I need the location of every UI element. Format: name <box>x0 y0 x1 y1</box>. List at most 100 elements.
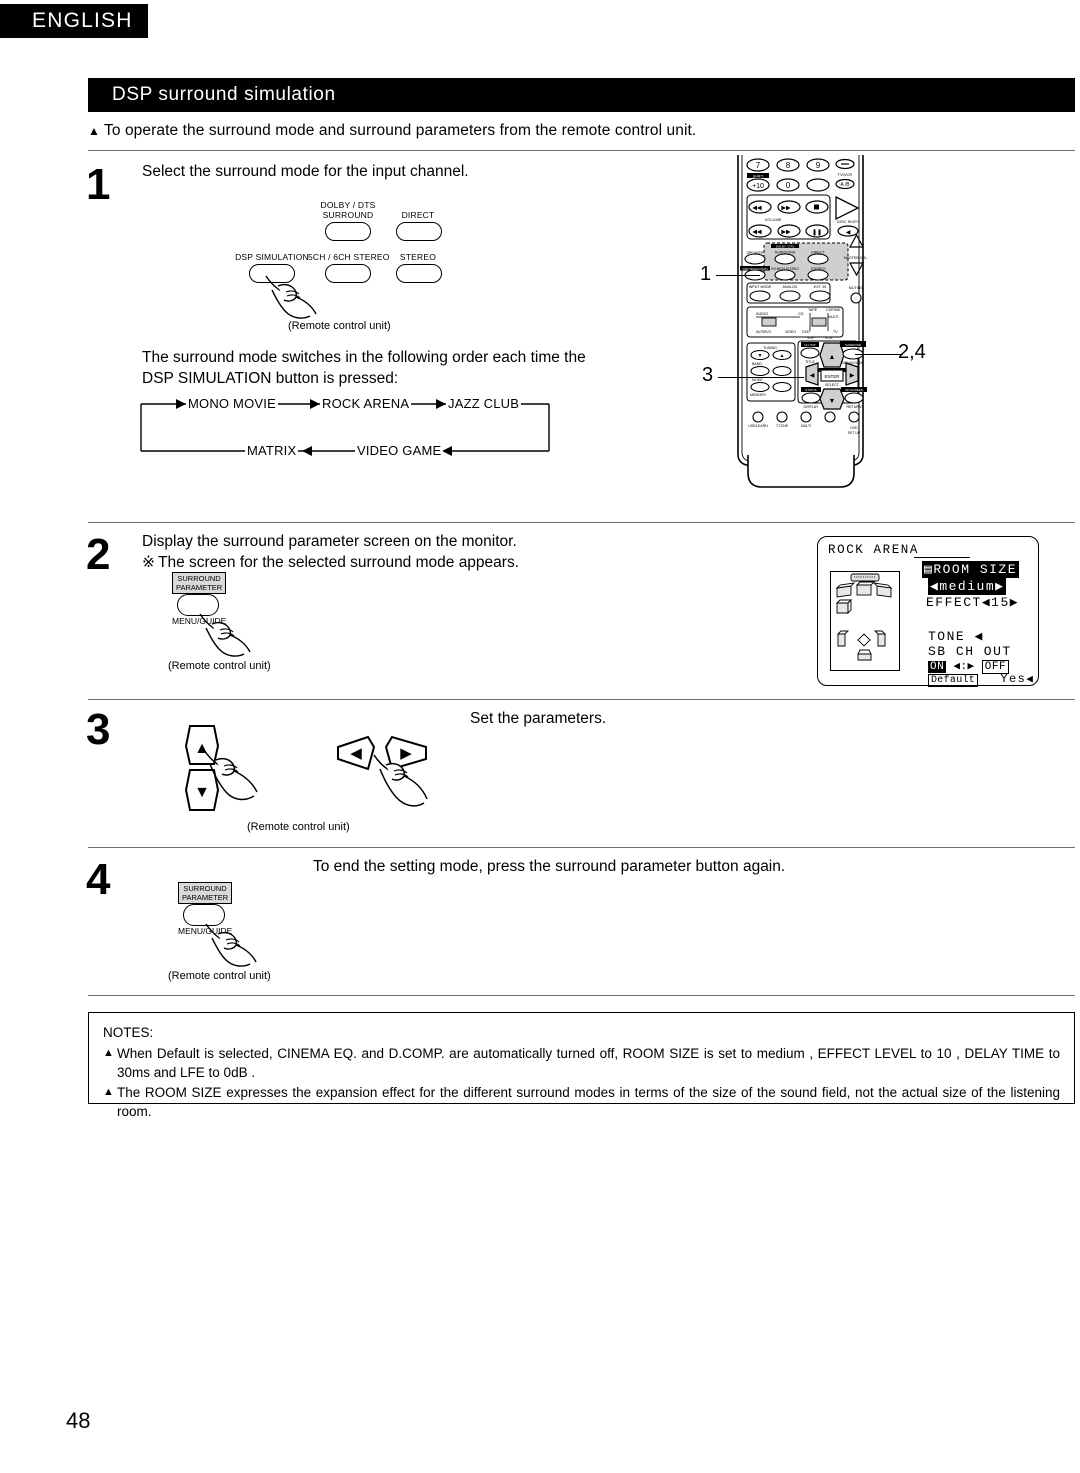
osd-tone-left-arrow-icon[interactable]: ◀ <box>975 629 984 644</box>
callout-line-2-4 <box>855 354 903 356</box>
intro-text: To operate the surround mode and surroun… <box>103 122 697 139</box>
sp-cap-line1-step2: SURROUND <box>177 574 221 583</box>
section-title-bar: DSP surround simulation <box>88 78 1075 112</box>
svg-text:◀◀: ◀◀ <box>752 230 762 236</box>
svg-text:7: 7 <box>756 161 761 170</box>
intro-line: ▲ To operate the surround mode and surrou… <box>88 122 1075 140</box>
callout-3: 3 <box>702 364 714 386</box>
divider-rule-3 <box>88 699 1075 700</box>
svg-text:VCR: VCR <box>825 336 833 340</box>
step-4-text: To end the setting mode, press the surro… <box>313 858 786 875</box>
svg-text:STEREO: STEREO <box>811 267 826 271</box>
osd-effect-label: EFFECT <box>926 595 982 610</box>
svg-text:CH TOP: CH TOP <box>804 343 815 347</box>
svg-text:▼: ▼ <box>829 398 836 405</box>
osd-room-size-value-row[interactable]: ◀medium▶ <box>928 578 1007 595</box>
triangle-bullet-icon: ▲ <box>88 124 100 138</box>
divider-rule-1 <box>88 150 1075 151</box>
label-dsp-simulation: DSP SIMULATION <box>235 252 309 262</box>
surround-parameter-cap-step2: SURROUND PARAMETER <box>172 572 227 594</box>
surround-parameter-cap-step4: SURROUND PARAMETER <box>178 882 233 904</box>
svg-text:TAPE: TAPE <box>808 308 818 312</box>
osd-room-size-value: medium <box>939 579 996 594</box>
svg-text:▶▶: ▶▶ <box>781 230 791 236</box>
svg-text:TV/VCR: TV/VCR <box>838 172 853 177</box>
svg-text:▶▶: ▶▶ <box>781 206 791 212</box>
label-surround: SURROUND <box>322 210 374 220</box>
svg-text:USE/LEARN: USE/LEARN <box>748 424 768 428</box>
svg-text:MULTI: MULTI <box>801 424 811 428</box>
mode-mono-movie: MONO MOVIE <box>186 396 278 411</box>
pointing-hand-icon-step3-b <box>373 754 428 807</box>
osd-room-size-row[interactable]: ▤ROOM SIZE <box>922 561 1020 578</box>
speaker-layout-diagram <box>830 571 900 671</box>
svg-text:AV/SRVC: AV/SRVC <box>756 330 772 334</box>
svg-text:SET UP: SET UP <box>848 431 861 435</box>
osd-default-left-arrow-icon[interactable]: ◀ <box>1026 674 1033 686</box>
osd-sb-ch-out-row[interactable]: ON ◀:▶ OFF <box>928 659 1010 674</box>
cursor-keys-left-right-group: ◀ ▶ <box>330 725 440 820</box>
remote-control-illustration: 7 8 9 SHIFT TV/VCR +10 0 A /B ◀◀ ▶▶ VOLU… <box>700 134 926 505</box>
pointing-hand-icon <box>265 275 317 319</box>
step-number-1: 1 <box>86 160 111 209</box>
svg-text:STATUS: STATUS <box>805 388 816 392</box>
svg-text:9: 9 <box>816 161 821 170</box>
svg-text:VIDEO: VIDEO <box>785 330 796 334</box>
svg-text:EXT. IN: EXT. IN <box>814 285 827 289</box>
svg-text:A /B: A /B <box>840 182 850 188</box>
osd-effect-right-arrow-icon[interactable]: ▶ <box>1010 595 1019 610</box>
label-stereo: STEREO <box>399 252 437 262</box>
svg-text:MASTER VOL.: MASTER VOL. <box>844 256 868 260</box>
osd-effect-left-arrow-icon[interactable]: ◀ <box>982 595 991 610</box>
mode-jazz-club: JAZZ CLUB <box>446 396 522 411</box>
callout-line-3 <box>718 377 804 379</box>
label-5ch-6ch-stereo: 5CH / 6CH STEREO <box>308 252 390 262</box>
step-2-line2: ※ The screen for the selected surround mo… <box>142 552 702 573</box>
osd-default-label[interactable]: Default <box>928 674 979 687</box>
page-number: 48 <box>66 1408 91 1433</box>
button-dolby-dts-surround[interactable] <box>325 222 371 241</box>
step-number-2: 2 <box>86 530 111 579</box>
svg-text:VOLUME: VOLUME <box>765 217 782 222</box>
osd-default-row[interactable]: Default Yes◀ <box>928 672 1033 687</box>
svg-text:MUTING: MUTING <box>849 286 863 290</box>
osd-title-underline <box>914 557 970 559</box>
step-1-text: Select the surround mode for the input c… <box>142 163 469 180</box>
osd-effect-value: 15 <box>991 595 1010 610</box>
osd-right-arrow-icon[interactable]: ▶ <box>995 579 1004 594</box>
triangle-bullet-icon-note2: ▲ <box>103 1085 114 1098</box>
notes-heading: NOTES: <box>103 1025 154 1040</box>
svg-text:DISPLAY: DISPLAY <box>804 405 820 409</box>
divider-rule-2 <box>88 522 1075 523</box>
osd-effect-row[interactable]: EFFECT◀15▶ <box>926 595 1019 610</box>
svg-text:AUDIO: AUDIO <box>756 312 768 316</box>
mode-matrix: MATRIX <box>245 443 299 458</box>
mode-sequence-diagram: MONO MOVIE ROCK ARENA JAZZ CLUB MATRIX V… <box>140 396 550 458</box>
svg-text:CD: CD <box>798 312 804 316</box>
svg-text:CDR/MD: CDR/MD <box>826 308 841 312</box>
button-direct[interactable] <box>396 222 442 241</box>
svg-text:DVD: DVD <box>802 330 810 334</box>
svg-text:◀: ◀ <box>846 230 851 236</box>
step-1-paragraph: The surround mode switches in the follow… <box>142 349 586 387</box>
osd-screen: ROCK ARENA ▤ROOM SIZE ◀medium▶ EFFECT◀15… <box>817 536 1039 687</box>
osd-left-arrow-icon[interactable]: ◀ <box>930 579 939 594</box>
svg-text:RETURN: RETURN <box>847 405 862 409</box>
svg-text:MULTI: MULTI <box>828 315 839 319</box>
svg-text:8: 8 <box>786 161 791 170</box>
button-cluster-diagram: DOLBY / DTS SURROUND DIRECT DSP SIMULATI… <box>235 200 442 332</box>
callout-2-4: 2,4 <box>898 341 926 363</box>
note-item-2: ▲ The ROOM SIZE expresses the expansion e… <box>103 1083 1060 1122</box>
remote-caption-step2: (Remote control unit) <box>168 660 271 672</box>
step-number-4: 4 <box>86 855 111 904</box>
cursor-keys-up-down-group: ▲ ▼ <box>180 718 258 823</box>
step-2-text: Display the surround parameter screen on… <box>142 531 702 573</box>
osd-tone-row[interactable]: TONE ◀ <box>928 629 984 644</box>
button-stereo[interactable] <box>396 264 442 283</box>
note-text-2: The ROOM SIZE expresses the expansion ef… <box>117 1084 1060 1120</box>
osd-default-yes[interactable]: Yes <box>1000 672 1026 686</box>
step-3-text: Set the parameters. <box>470 710 607 727</box>
svg-text:+10: +10 <box>752 183 764 190</box>
remote-caption-step4: (Remote control unit) <box>168 970 271 982</box>
label-dolby-dts: DOLBY / DTS <box>320 200 376 210</box>
